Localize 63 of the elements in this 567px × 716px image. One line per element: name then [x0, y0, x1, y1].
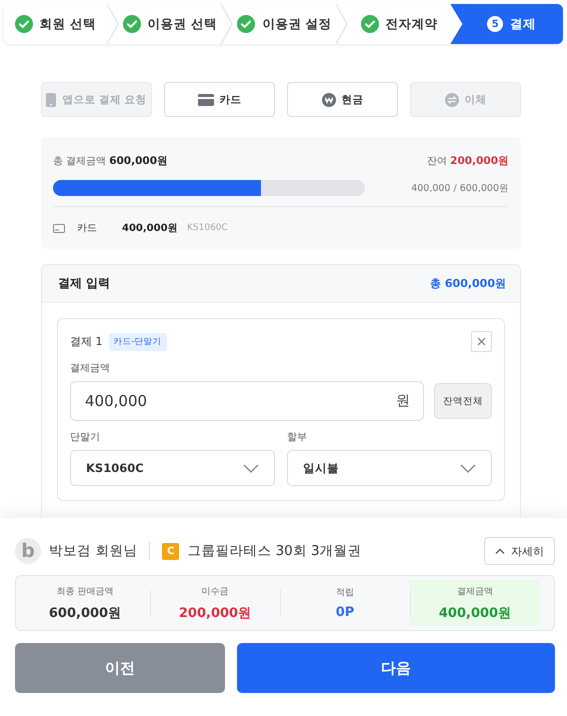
chevron-down-icon: [460, 464, 476, 472]
unit-label: 원: [396, 392, 410, 410]
method-tag: 카드-단말기: [108, 332, 167, 350]
payment-method: 카드: [77, 222, 98, 235]
progress-reading: 400,000 / 600,000원: [411, 182, 509, 194]
step-tab[interactable]: 5 결제: [450, 4, 563, 44]
step-tab[interactable]: 전자계약: [348, 4, 450, 44]
total-label: 총 결제금액: [53, 156, 106, 167]
total-value: 0P: [336, 605, 354, 620]
step-label: 결제: [510, 16, 536, 32]
transfer-icon: [444, 92, 458, 106]
payment-method-button[interactable]: 현금: [287, 82, 398, 117]
caret-up-icon: [495, 548, 505, 554]
remaining-label: 잔여: [427, 156, 448, 167]
terminal-name: KS1060C: [187, 223, 228, 233]
check-icon: [360, 15, 379, 33]
step-label: 이용권 선택: [148, 16, 218, 32]
avatar: b: [15, 538, 41, 564]
panel-total: 총 600,000원: [430, 276, 506, 291]
step-separator: [336, 4, 348, 44]
step-separator: [221, 4, 234, 44]
check-icon: [14, 15, 33, 33]
installment-select[interactable]: 일시불: [287, 450, 492, 486]
total-label: 미수금: [202, 586, 228, 598]
step-separator: [106, 4, 119, 44]
total-value: 600,000원: [48, 604, 122, 622]
member-name: 박보검 회원님: [49, 542, 138, 560]
payment-amount: 400,000원: [122, 222, 179, 235]
check-icon: [237, 15, 256, 33]
step-tab[interactable]: 회원 선택: [4, 4, 107, 44]
step-label: 회원 선택: [40, 16, 96, 32]
remaining-amount: 200,000원: [450, 155, 509, 167]
close-button[interactable]: [471, 331, 492, 352]
phone-icon: [46, 92, 56, 106]
details-button[interactable]: 자세히: [484, 537, 555, 565]
step-tab[interactable]: 이용권 설정: [233, 4, 336, 44]
card-icon: [198, 94, 214, 106]
product-name: 그룹필라테스 30회 3개월권: [187, 542, 362, 560]
field-label: 단말기: [70, 431, 101, 444]
check-icon: [122, 15, 141, 33]
total-value: 200,000원: [178, 604, 252, 622]
terminal-select[interactable]: KS1060C: [70, 450, 275, 486]
payment-method-button[interactable]: 카드: [164, 82, 275, 117]
total-label: 최종 판매금액: [56, 586, 114, 598]
total-value: 400,000원: [438, 604, 512, 622]
total-label: 결제금액: [457, 586, 493, 598]
close-icon: [477, 337, 486, 346]
field-label: 할부: [287, 431, 308, 444]
total-amount: 600,000원: [109, 155, 168, 167]
fill-balance-button[interactable]: 잔액전체: [434, 383, 492, 419]
entry-title: 결제 1: [70, 334, 102, 349]
won-coin-icon: [322, 92, 336, 106]
card-icon: [53, 224, 65, 232]
field-label: 결제금액: [70, 362, 111, 375]
step-label: 전자계약: [386, 16, 438, 32]
step-number: 5: [487, 16, 504, 32]
product-badge: C: [162, 542, 180, 560]
total-label: 적립: [336, 587, 354, 599]
panel-title: 결제 입력: [58, 275, 110, 292]
next-button[interactable]: 다음: [237, 643, 555, 693]
step-tab[interactable]: 이용권 선택: [118, 4, 222, 44]
step-label: 이용권 설정: [262, 16, 332, 32]
chevron-down-icon: [243, 464, 259, 472]
